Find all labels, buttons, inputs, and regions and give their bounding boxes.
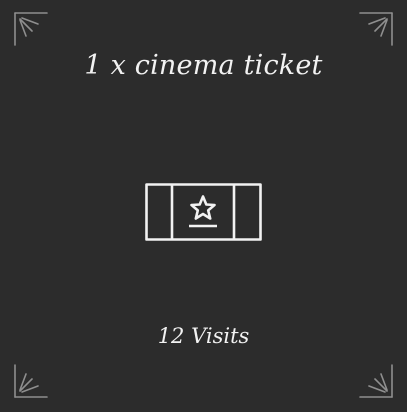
corner-ornament-icon [359,10,395,46]
reward-card: 1 x cinema ticket 12 Visits [0,0,407,412]
reward-title: 1 x cinema ticket [84,50,323,81]
corner-ornament-icon [359,364,395,400]
ticket-star-icon [145,183,262,241]
visits-count: 12 Visits [157,324,250,348]
corner-ornament-icon [12,10,48,46]
corner-ornament-icon [12,364,48,400]
